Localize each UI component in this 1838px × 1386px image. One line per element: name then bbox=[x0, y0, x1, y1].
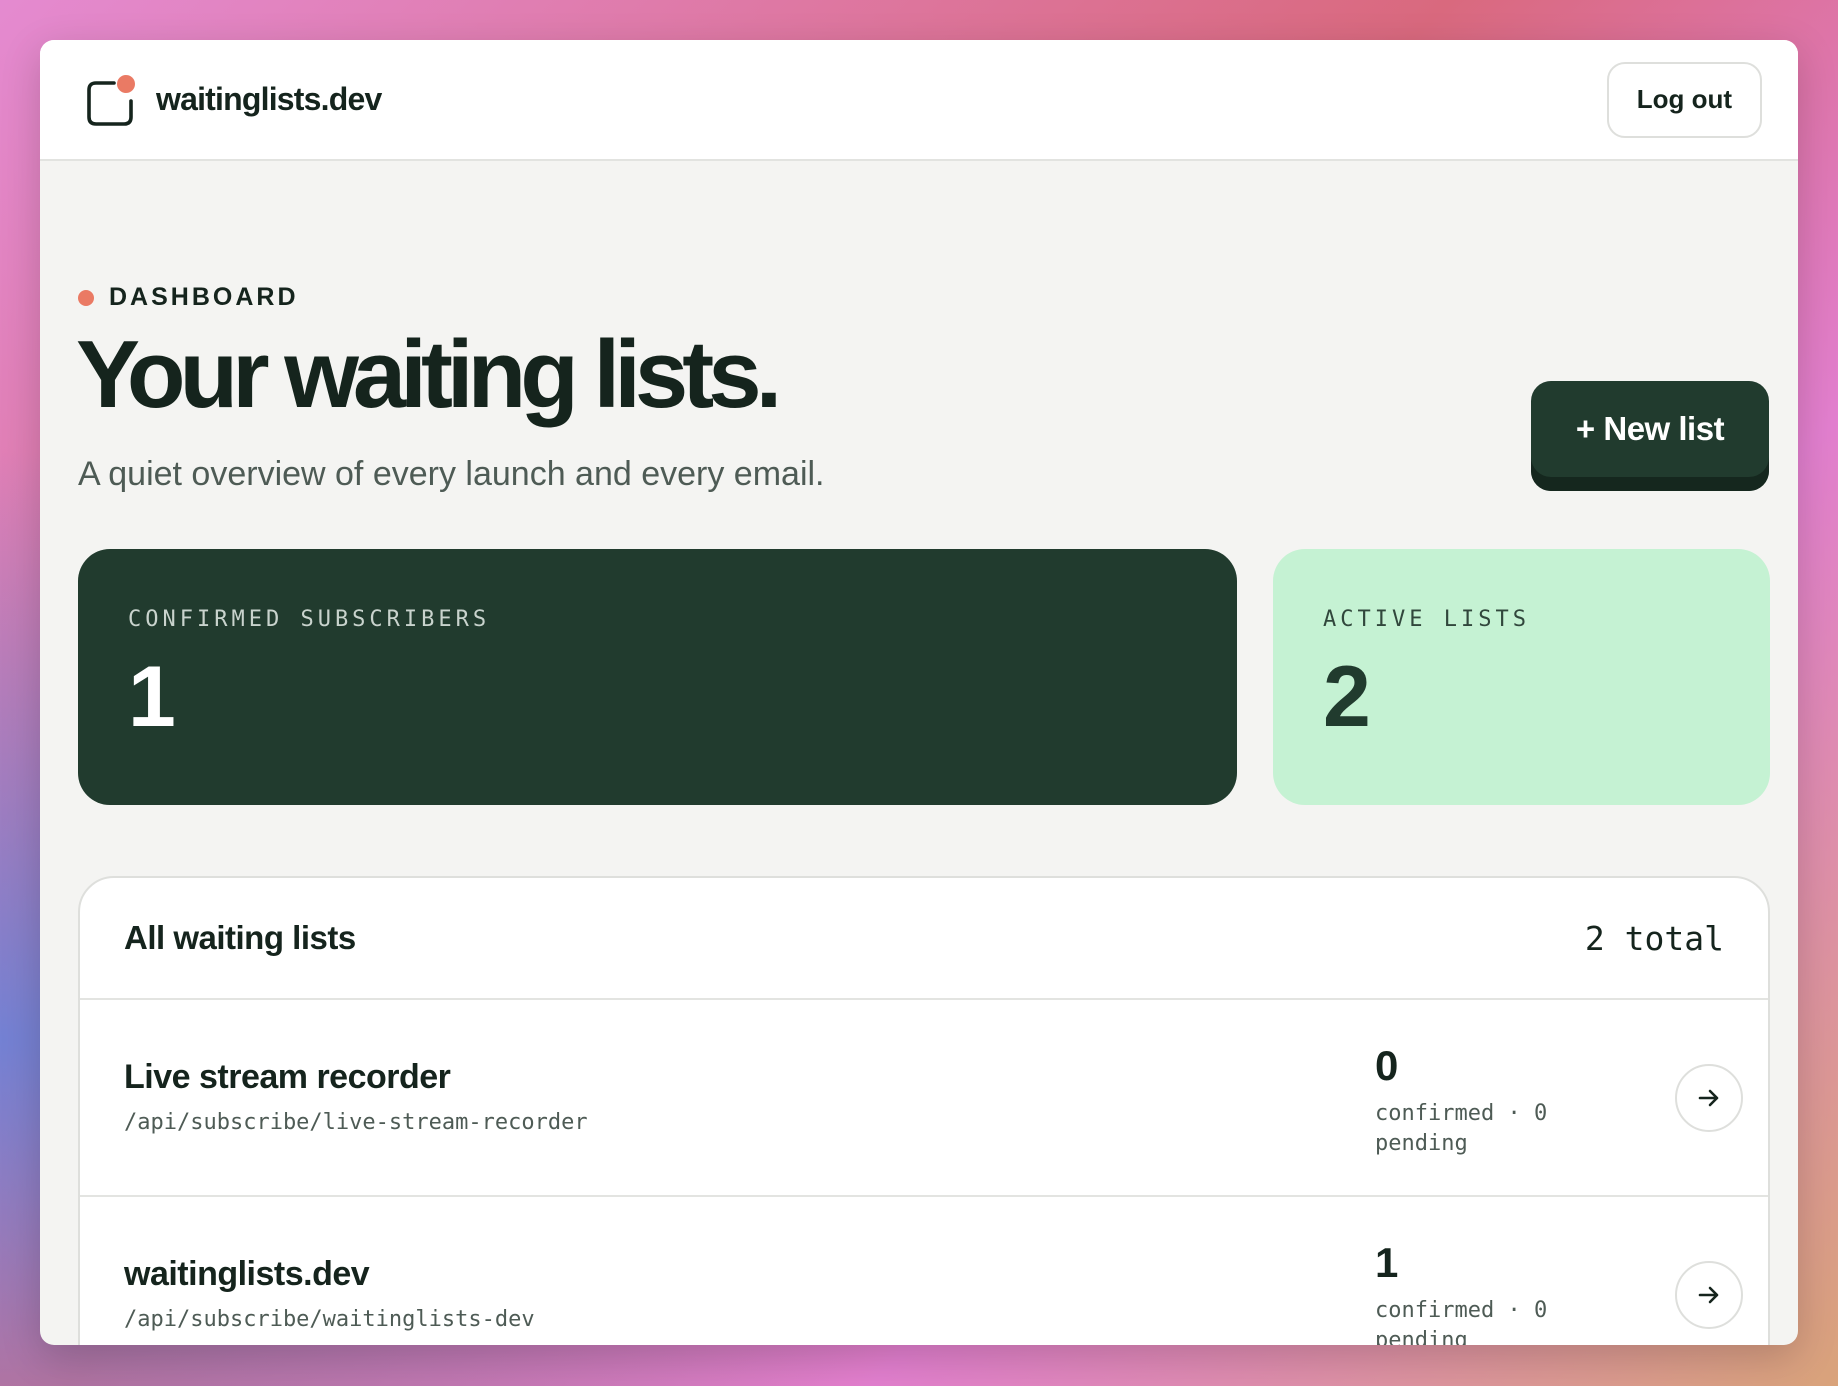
confirmed-count: 0 bbox=[1375, 1042, 1399, 1089]
waiting-lists-panel: All waiting lists 2 total Live stream re… bbox=[78, 876, 1770, 1345]
eyebrow-label: DASHBOARD bbox=[109, 283, 299, 311]
arrow-right-icon bbox=[1698, 1286, 1719, 1304]
page-title: Your waiting lists. bbox=[76, 321, 782, 428]
panel-header: All waiting lists 2 total bbox=[80, 878, 1768, 1000]
stat-label: ACTIVE LISTS bbox=[1323, 607, 1530, 632]
eyebrow: DASHBOARD bbox=[78, 283, 299, 312]
active-lists-card: ACTIVE LISTS 2 bbox=[1273, 549, 1770, 805]
stat-label: CONFIRMED SUBSCRIBERS bbox=[128, 607, 491, 632]
list-meta: confirmed · 0 pending bbox=[1375, 1101, 1548, 1156]
logout-button[interactable]: Log out bbox=[1606, 61, 1762, 138]
open-list-button[interactable] bbox=[1675, 1261, 1743, 1329]
new-list-button[interactable]: + New list bbox=[1531, 381, 1769, 491]
open-list-button[interactable] bbox=[1675, 1064, 1743, 1132]
brand-name: waitinglists.dev bbox=[156, 81, 382, 117]
list-item[interactable]: Live stream recorder /api/subscribe/live… bbox=[80, 1000, 1768, 1197]
top-nav: waitinglists.dev Log out bbox=[40, 40, 1798, 161]
logo-icon bbox=[84, 73, 136, 127]
app-window: waitinglists.dev Log out DASHBOARD Your … bbox=[40, 40, 1798, 1345]
list-endpoint: /api/subscribe/waitinglists-dev bbox=[124, 1307, 535, 1332]
brand[interactable]: waitinglists.dev bbox=[84, 73, 382, 127]
arrow-right-icon bbox=[1698, 1089, 1719, 1107]
list-endpoint: /api/subscribe/live-stream-recorder bbox=[124, 1110, 588, 1135]
stat-value: 2 bbox=[1323, 649, 1371, 745]
confirmed-count: 1 bbox=[1375, 1239, 1399, 1286]
list-name: waitinglists.dev bbox=[124, 1255, 370, 1293]
page-subtitle: A quiet overview of every launch and eve… bbox=[78, 455, 825, 493]
stat-value: 1 bbox=[128, 649, 176, 745]
status-dot-icon bbox=[78, 289, 94, 306]
list-item[interactable]: waitinglists.dev /api/subscribe/waitingl… bbox=[80, 1197, 1768, 1345]
list-name: Live stream recorder bbox=[124, 1058, 451, 1096]
total-count: 2 total bbox=[1584, 918, 1724, 958]
confirmed-subscribers-card: CONFIRMED SUBSCRIBERS 1 bbox=[78, 549, 1237, 805]
list-meta: confirmed · 0 pending bbox=[1375, 1298, 1548, 1345]
panel-title: All waiting lists bbox=[124, 919, 356, 956]
